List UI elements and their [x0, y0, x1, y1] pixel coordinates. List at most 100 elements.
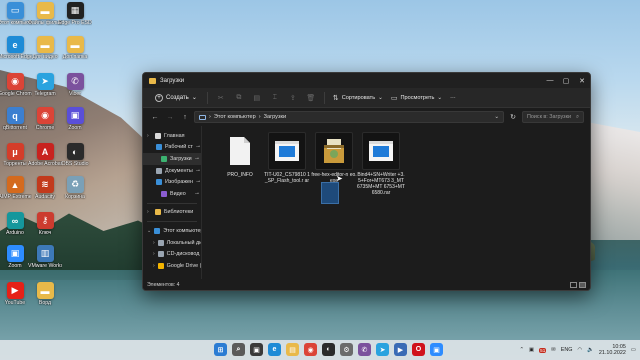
desktop-shortcut[interactable]: ▣ Zoom — [58, 107, 92, 131]
minimize-button[interactable]: — — [542, 73, 558, 88]
computer-icon: ▭ — [6, 2, 24, 19]
clock[interactable]: 10:05 21.10.2022 — [599, 344, 626, 357]
delete-button[interactable]: 🗑 — [302, 91, 320, 105]
settings-icon[interactable]: ⚙ — [340, 343, 353, 356]
search-input[interactable]: Поиск в: Загрузки ⌕ — [522, 111, 584, 123]
volume-icon[interactable]: 🔈 — [587, 347, 594, 353]
chevron-icon[interactable]: › — [147, 209, 152, 215]
nav-item[interactable]: › Главная — [143, 130, 201, 142]
file-explorer-window[interactable]: Загрузки — ▢ ✕ + Создать ⌄ ✂ ⧉ ▤ ⌶ ⇪ 🗑 ⇅… — [142, 72, 591, 291]
nav-item[interactable]: Документы ⊸ — [143, 165, 201, 177]
wifi-icon[interactable]: ◠ — [577, 347, 582, 353]
document-icon — [156, 167, 162, 174]
tiles-view-button[interactable] — [579, 281, 586, 288]
address-bar[interactable]: › Этот компьютер › Загрузки ⌄ — [194, 111, 504, 123]
desktop-shortcut[interactable]: ◉ Chrome — [28, 107, 62, 131]
task-view-icon[interactable]: ▣ — [250, 343, 263, 356]
desktop-shortcut[interactable]: ▥VMware Workstati... — [28, 245, 62, 269]
title-bar[interactable]: Загрузки — ▢ ✕ — [143, 73, 590, 88]
chevron-down-icon: ⌄ — [378, 94, 383, 101]
up-button[interactable]: ↑ — [179, 111, 191, 123]
view-button[interactable]: ▭ Просмотреть ⌄ — [387, 92, 446, 104]
file-name: PRO_INFO — [227, 172, 253, 178]
start-icon[interactable]: ⊞ — [214, 343, 227, 356]
chevron-down-icon[interactable]: ⌄ — [494, 114, 499, 120]
copy-button[interactable]: ⧉ — [230, 91, 248, 105]
desktop-shortcut[interactable]: ▦Edge Pro ESD.exe — [58, 2, 92, 26]
media-icon[interactable]: ▶ — [394, 343, 407, 356]
rename-button[interactable]: ⌶ — [266, 91, 284, 105]
desktop-shortcut[interactable]: ✆ Viber — [58, 73, 92, 97]
nav-item-label: Главная — [164, 132, 185, 139]
chevron-icon[interactable]: › — [153, 251, 155, 257]
nav-item[interactable]: ⌄ Этот компьютер — [143, 225, 201, 237]
opera-icon[interactable]: O — [412, 343, 425, 356]
obs-icon[interactable]: ◐ — [322, 343, 335, 356]
toolbar-separator — [206, 91, 208, 104]
folder-icon — [149, 77, 156, 84]
telegram-icon[interactable]: ➤ — [376, 343, 389, 356]
tray-app-icon[interactable]: ▣ — [529, 347, 534, 353]
nav-item-label: Локальный ди — [166, 239, 201, 246]
edge-icon[interactable]: e — [268, 343, 281, 356]
file-explorer-icon[interactable]: ▤ — [286, 343, 299, 356]
desktop-shortcut[interactable]: ▬ Для видео — [28, 36, 62, 60]
sort-button[interactable]: ⇅ Сортировать ⌄ — [329, 92, 387, 104]
desktop-shortcut[interactable]: ➤ Telegram — [28, 73, 62, 97]
desktop-shortcut-label: Adobe Acrobat — [28, 161, 62, 167]
desktop-shortcut[interactable]: ◐ OBS Studio — [58, 143, 92, 167]
file-item[interactable]: PRO_INFO — [216, 132, 264, 178]
chevron-icon[interactable]: ⌄ — [147, 228, 151, 234]
chevron-up-icon[interactable]: ⌃ — [520, 347, 525, 353]
search-icon: ⌕ — [575, 113, 579, 120]
desktop-shortcut[interactable]: ▬Файлы фильмы — [28, 2, 62, 26]
nav-item[interactable]: Загрузки ⊸ — [143, 153, 201, 165]
mail-icon[interactable]: ✉ — [551, 347, 556, 353]
share-button[interactable]: ⇪ — [284, 91, 302, 105]
search-placeholder: Поиск в: Загрузки — [527, 114, 571, 120]
paste-button[interactable]: ▤ — [248, 91, 266, 105]
maximize-button[interactable]: ▢ — [558, 73, 574, 88]
system-tray: ⌃ ▣ 51 ✉ ENG ◠ 🔈 10:05 21.10.2022 ▭ — [520, 340, 636, 360]
viber-icon[interactable]: ✆ — [358, 343, 371, 356]
more-options-button[interactable]: ··· — [446, 93, 460, 103]
item-count: Элементов: 4 — [147, 281, 180, 288]
desktop-shortcut-label: Edge Pro ESD.exe — [58, 20, 92, 26]
desktop-shortcut[interactable]: ▬ Ворд — [28, 282, 62, 306]
cut-button[interactable]: ✂ — [212, 91, 230, 105]
nav-item[interactable]: › Google Drive ( — [143, 260, 201, 272]
chevron-icon[interactable]: › — [147, 133, 152, 139]
desktop-shortcut[interactable]: A Adobe Acrobat — [28, 143, 62, 167]
nav-item[interactable]: Видео ⊸ — [143, 188, 201, 200]
chevron-icon[interactable]: › — [153, 263, 155, 269]
app-window-icon — [362, 132, 400, 170]
language-indicator[interactable]: ENG — [561, 347, 573, 353]
explorer-body: › Главная Рабочий ст ⊸ Загрузки ⊸ Документы ⊸ Из… — [143, 126, 590, 280]
nav-item[interactable]: Рабочий ст ⊸ — [143, 142, 201, 154]
file-item[interactable]: TIT-U02_CS79810 1_SP_Flash_tool.r ar — [263, 132, 311, 184]
nav-item[interactable]: › CD-дисковод ( — [143, 248, 201, 260]
desktop-shortcut[interactable]: ▬ Доп.папка — [58, 36, 92, 60]
breadcrumb-root[interactable]: Этот компьютер — [214, 114, 256, 120]
desktop-shortcut[interactable]: ⚷ Ключ — [28, 212, 62, 236]
nav-item[interactable]: › Библиотеки — [143, 207, 201, 219]
refresh-button[interactable]: ↻ — [507, 111, 519, 123]
file-item[interactable]: Bind4+SN+Writer +3.5+For+MT673 3_MT6735M… — [357, 132, 405, 196]
close-button[interactable]: ✕ — [574, 73, 590, 88]
back-button[interactable]: ← — [149, 111, 161, 123]
zoom-icon[interactable]: ▣ — [430, 343, 443, 356]
details-view-button[interactable] — [570, 281, 577, 288]
desktop-shortcut[interactable]: ♻ Корзина — [58, 176, 92, 200]
chrome-icon[interactable]: ◉ — [304, 343, 317, 356]
nav-item[interactable]: Изображен ⊸ — [143, 176, 201, 188]
create-button[interactable]: + Создать ⌄ — [149, 92, 203, 104]
arrow-left-icon: ← — [151, 113, 159, 121]
desktop-shortcut[interactable]: ≋ Audacity — [28, 176, 62, 200]
notification-icon[interactable]: ▭ — [631, 347, 636, 353]
nav-item[interactable]: › Локальный ди — [143, 237, 201, 249]
chevron-icon[interactable]: › — [153, 240, 155, 246]
breadcrumb-current[interactable]: Загрузки — [264, 114, 287, 120]
search-icon[interactable]: ⌕ — [232, 343, 245, 356]
forward-button[interactable]: → — [164, 111, 176, 123]
file-item[interactable]: free-hex-editor-n eo.exe — [310, 132, 358, 184]
